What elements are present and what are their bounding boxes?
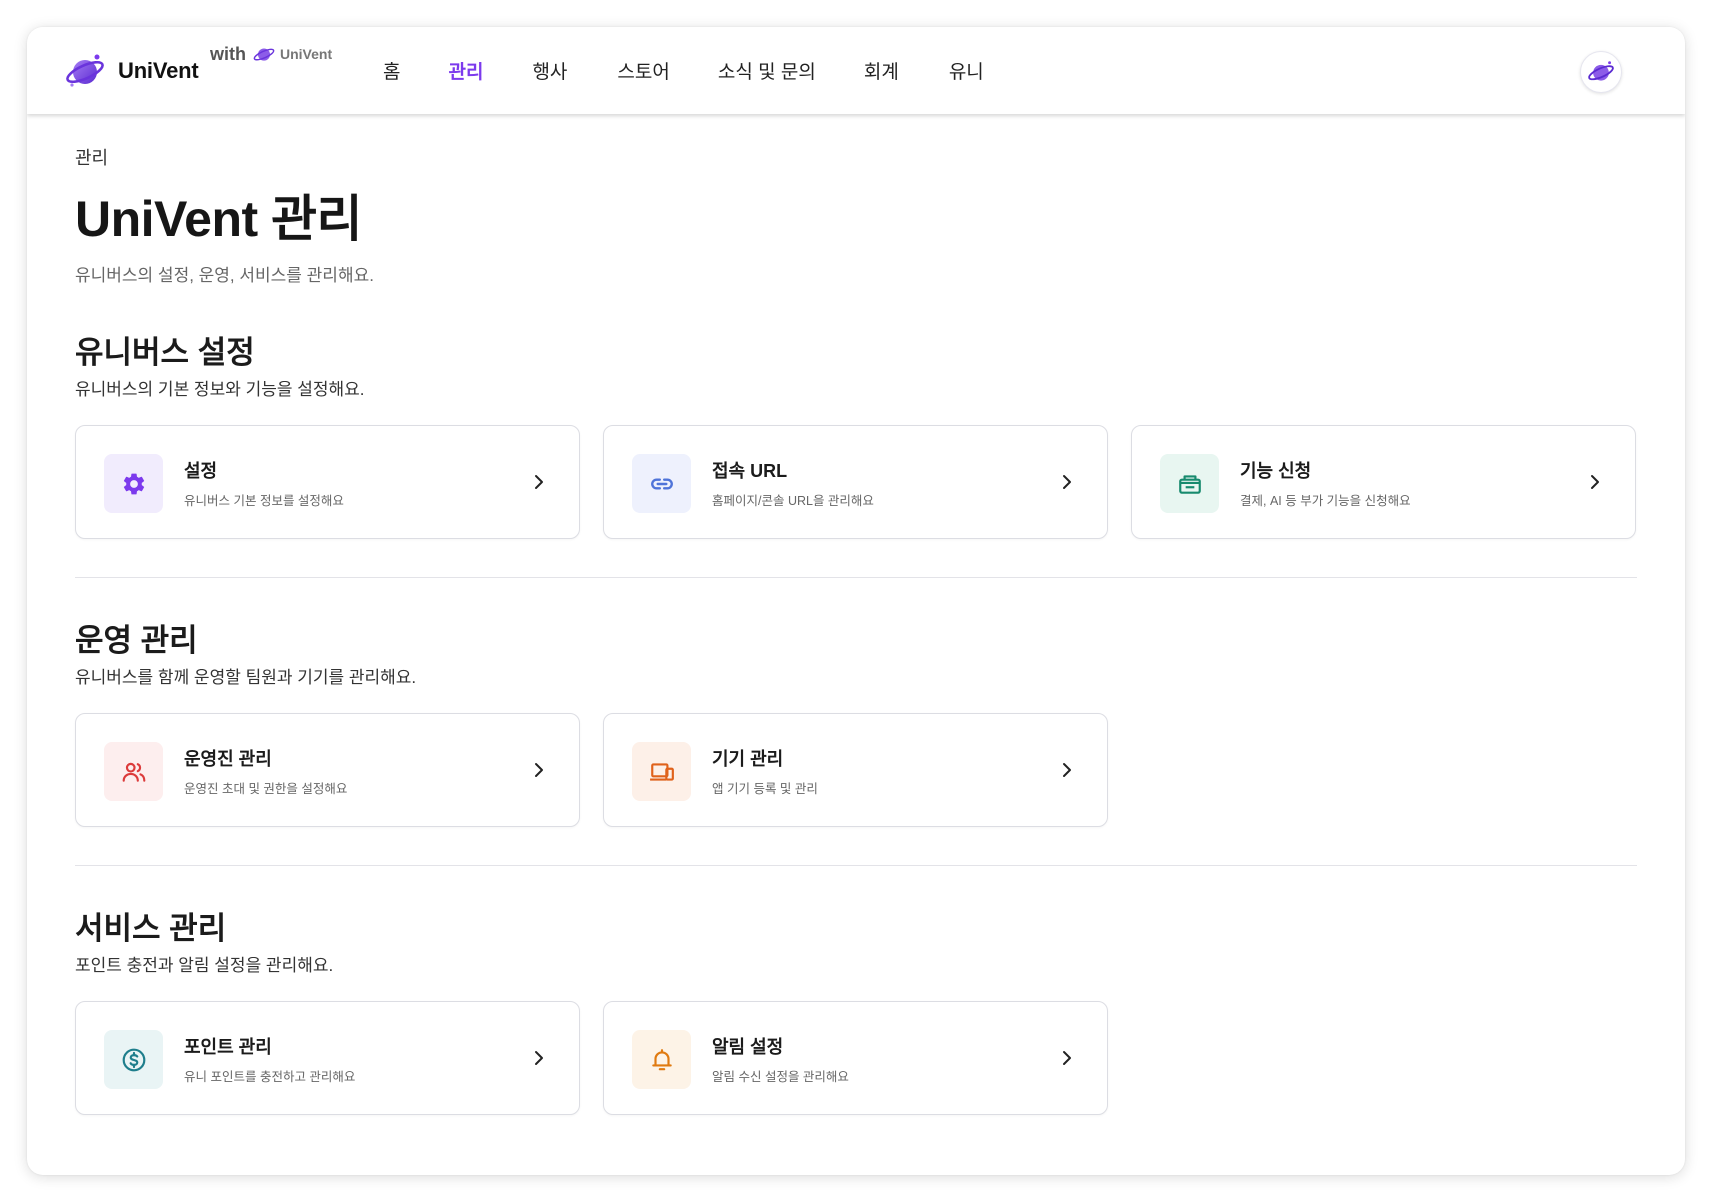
chevron-right-icon: [535, 1051, 543, 1065]
card-icon-box: [632, 454, 691, 513]
page-description: 유니버스의 설정, 운영, 서비스를 관리해요.: [75, 266, 374, 285]
nav-item-news-inquiry[interactable]: 소식 및 문의: [718, 57, 816, 84]
app-window: UniVent with UniVent 홈 관리 행사 스토어 소식 및 문의…: [27, 27, 1685, 1175]
section-title: 서비스 관리: [75, 911, 227, 946]
card-device-management[interactable]: 기기 관리 앱 기기 등록 및 관리: [603, 713, 1108, 827]
card-subtitle: 결제, AI 등 부가 기능을 신청해요: [1240, 494, 1411, 508]
nav-item-home[interactable]: 홈: [383, 57, 400, 84]
card-title: 접속 URL: [712, 461, 788, 481]
card-group: 포인트 관리 유니 포인트를 충전하고 관리해요 알림 설정 알림 수신 설정을…: [75, 1001, 1637, 1117]
card-icon-box: [104, 454, 163, 513]
card-icon-box: [104, 742, 163, 801]
card-group: 설정 유니버스 기본 정보를 설정해요 접속 URL 홈페이지/콘솔 URL을 …: [75, 425, 1637, 541]
card-title: 알림 설정: [712, 1037, 784, 1057]
chevron-right-icon: [535, 763, 543, 777]
breadcrumb[interactable]: 관리: [75, 144, 108, 170]
card-title: 기기 관리: [712, 749, 784, 769]
partner-brand-name: UniVent: [280, 46, 333, 62]
card-subtitle: 운영진 초대 및 권한을 설정해요: [184, 782, 348, 796]
section-title: 운영 관리: [75, 623, 198, 658]
with-label: with: [210, 43, 246, 64]
users-icon: [122, 762, 145, 782]
section-divider: [75, 577, 1637, 578]
nav-item-uni[interactable]: 유니: [949, 57, 984, 84]
card-title: 설정: [184, 461, 218, 481]
card-subtitle: 알림 수신 설정을 관리해요: [712, 1070, 849, 1084]
storefront-icon: [1178, 474, 1201, 494]
card-title: 포인트 관리: [184, 1037, 272, 1057]
card-settings[interactable]: 설정 유니버스 기본 정보를 설정해요: [75, 425, 580, 539]
card-notification-settings[interactable]: 알림 설정 알림 수신 설정을 관리해요: [603, 1001, 1108, 1115]
card-subtitle: 홈페이지/콘솔 URL을 관리해요: [712, 494, 874, 508]
chevron-right-icon: [1063, 1051, 1071, 1065]
brand-home-link[interactable]: UniVent: [64, 51, 199, 91]
card-title: 기능 신청: [1240, 461, 1312, 481]
page-title: UniVent 관리: [75, 191, 363, 247]
card-icon-box: [632, 1030, 691, 1089]
card-subtitle: 유니 포인트를 충전하고 관리해요: [184, 1070, 356, 1084]
coin-icon: [122, 1048, 145, 1071]
nav-item-accounting[interactable]: 회계: [864, 57, 899, 84]
nav-item-events[interactable]: 행사: [532, 57, 567, 84]
avatar-planet-icon: [1588, 61, 1614, 81]
link-icon: [650, 477, 673, 490]
section-description: 포인트 충전과 알림 설정을 관리해요.: [75, 956, 334, 975]
card-group: 운영진 관리 운영진 초대 및 권한을 설정해요 기기 관리 앱 기기 등록 및…: [75, 713, 1637, 829]
card-staff-management[interactable]: 운영진 관리 운영진 초대 및 권한을 설정해요: [75, 713, 580, 827]
card-feature-request[interactable]: 기능 신청 결제, AI 등 부가 기능을 신청해요: [1131, 425, 1636, 539]
card-icon-box: [1160, 454, 1219, 513]
small-planet-logo-icon: [253, 48, 275, 61]
bell-icon: [651, 1048, 672, 1070]
planet-logo-icon: [66, 54, 104, 87]
nav-item-manage[interactable]: 관리: [448, 57, 483, 84]
card-icon-box: [632, 742, 691, 801]
section-title: 유니버스 설정: [75, 335, 255, 370]
profile-avatar-button[interactable]: [1580, 51, 1622, 93]
chevron-right-icon: [1063, 763, 1071, 777]
section-description: 유니버스의 기본 정보와 기능을 설정해요.: [75, 380, 365, 399]
card-title: 운영진 관리: [184, 749, 272, 769]
section-description: 유니버스를 함께 운영할 팀원과 기기를 관리해요.: [75, 668, 417, 687]
brand-name: UniVent: [118, 58, 199, 83]
card-subtitle: 유니버스 기본 정보를 설정해요: [184, 494, 344, 508]
chevron-right-icon: [535, 475, 543, 489]
card-icon-box: [104, 1030, 163, 1089]
section-divider: [75, 865, 1637, 866]
top-navigation-bar: UniVent with UniVent 홈 관리 행사 스토어 소식 및 문의…: [27, 27, 1685, 114]
card-point-management[interactable]: 포인트 관리 유니 포인트를 충전하고 관리해요: [75, 1001, 580, 1115]
chevron-right-icon: [1591, 475, 1599, 489]
chevron-right-icon: [1063, 475, 1071, 489]
card-access-url[interactable]: 접속 URL 홈페이지/콘솔 URL을 관리해요: [603, 425, 1108, 539]
main-nav-menu: 홈 관리 행사 스토어 소식 및 문의 회계 유니: [383, 27, 984, 114]
partner-brand: with UniVent: [210, 41, 332, 67]
card-subtitle: 앱 기기 등록 및 관리: [712, 782, 818, 796]
gear-icon: [123, 473, 144, 494]
devices-icon: [649, 762, 674, 781]
nav-item-store[interactable]: 스토어: [617, 57, 669, 84]
